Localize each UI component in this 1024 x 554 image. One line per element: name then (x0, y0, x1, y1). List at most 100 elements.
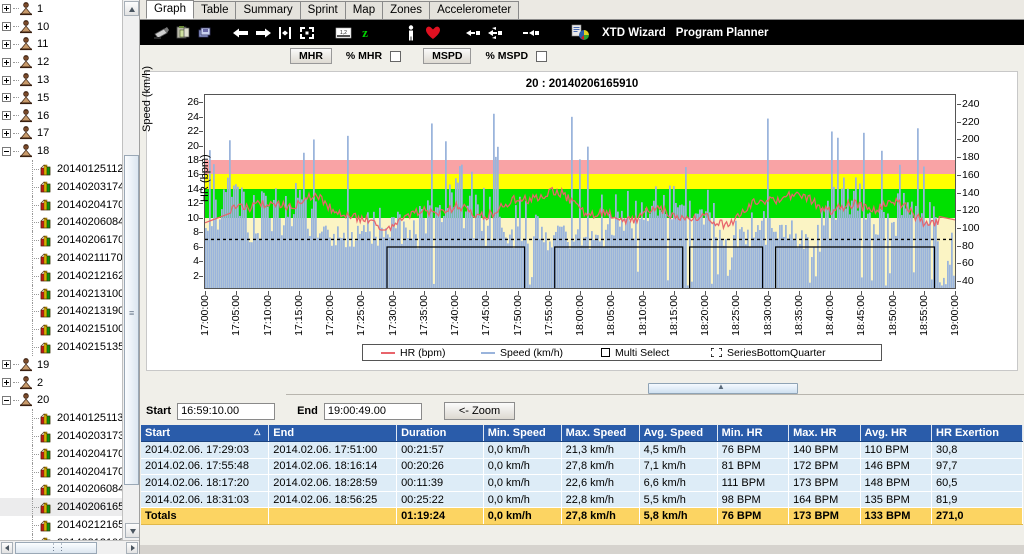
tree-session-201402061659[interactable]: 201402061659 (0, 498, 123, 517)
tree-session-201401251132[interactable]: 201401251132 (0, 409, 123, 428)
athlete-icon[interactable] (400, 22, 422, 44)
value-label-icon[interactable]: 1,2 (332, 22, 354, 44)
mhr-button[interactable]: MHR (290, 48, 332, 64)
expand-icon[interactable] (2, 57, 11, 67)
session-tree[interactable]: 1 10 11 12 13 15 16 17 18 201401251129 20140203174… (0, 0, 123, 540)
tree-session-201402041709[interactable]: 201402041709 (0, 462, 123, 481)
chart-wizard-icon[interactable] (570, 22, 592, 44)
tree-session-201402060845[interactable]: 201402060845 (0, 480, 123, 499)
expand-icon[interactable] (2, 4, 11, 14)
plot-area[interactable] (204, 94, 956, 289)
tree-scroll-down-button[interactable] (125, 523, 139, 538)
tree-session-201402131902[interactable]: 201402131902 (0, 302, 123, 321)
tree-session-201402121659[interactable]: 201402121659 (0, 516, 123, 535)
chart-vertical-splitter-handle[interactable] (648, 382, 798, 394)
table-header-start[interactable]: Start △ (141, 425, 270, 442)
tab-graph[interactable]: Graph (146, 0, 194, 19)
expand-icon[interactable] (2, 378, 11, 388)
tree-session-201402031743[interactable]: 201402031743 (0, 177, 123, 196)
copy-clipboard-icon[interactable] (172, 22, 194, 44)
table-header-min-speed[interactable]: Min. Speed (483, 425, 562, 442)
table-row[interactable]: 2014.02.06. 18:17:20 2014.02.06. 18:28:59… (141, 474, 1023, 492)
expand-icon[interactable] (2, 111, 11, 121)
tree-session-201402131006[interactable]: 201402131006 (0, 284, 123, 303)
table-row[interactable]: 2014.02.06. 17:29:03 2014.02.06. 17:51:00… (141, 441, 1023, 459)
tree-vertical-scrollbar[interactable] (122, 0, 139, 540)
program-planner-button[interactable]: Program Planner (676, 27, 769, 39)
tree-session-201402111703[interactable]: 201402111703 (0, 249, 123, 268)
tree-athlete-1[interactable]: 1 (0, 0, 123, 18)
pct-mspd-checkbox[interactable] (536, 50, 548, 62)
tree-session-201402031730[interactable]: 201402031730 (0, 427, 123, 446)
end-input[interactable] (323, 402, 422, 420)
expand-icon[interactable] (2, 22, 11, 32)
tree-athlete-13[interactable]: 13 (0, 71, 123, 89)
legend-item-multi-select[interactable]: Multi Select (601, 347, 669, 359)
tab-zones[interactable]: Zones (382, 1, 431, 19)
collapse-icon[interactable] (2, 146, 11, 156)
start-input[interactable] (177, 402, 276, 420)
expand-icon[interactable] (2, 128, 11, 138)
tree-scroll-up-button[interactable] (124, 1, 139, 16)
table-header-duration[interactable]: Duration (396, 425, 484, 442)
table-header-avg-hr[interactable]: Avg. HR (860, 425, 933, 442)
tree-session-201402151001[interactable]: 201402151001 (0, 320, 123, 339)
split-right-icon[interactable] (462, 22, 484, 44)
table-row[interactable]: 2014.02.06. 17:55:48 2014.02.06. 18:16:14… (141, 458, 1023, 476)
tab-table[interactable]: Table (192, 1, 237, 19)
xtd-wizard-button[interactable]: XTD Wizard (602, 27, 666, 39)
tree-athlete-17[interactable]: 17 (0, 125, 123, 143)
tree-session-201402060844[interactable]: 201402060844 (0, 213, 123, 232)
graph-panel[interactable]: 20 : 20140206165910 Speed (km/h) 2 4 6 8 10 1… (141, 66, 1018, 371)
fit-width-icon[interactable] (274, 22, 296, 44)
tree-athlete-11[interactable]: 11 (0, 36, 123, 54)
tree-athlete-19[interactable]: 19 (0, 356, 123, 374)
zoom-button[interactable]: <- Zoom (443, 402, 516, 420)
tab-sprint[interactable]: Sprint (299, 1, 346, 19)
table-header-max-speed[interactable]: Max. Speed (561, 425, 640, 442)
tree-session-201402041703[interactable]: 201402041703 (0, 195, 123, 214)
table-header-end[interactable]: End (268, 425, 398, 442)
collapse-icon[interactable] (2, 395, 11, 405)
expand-icon[interactable] (2, 39, 11, 49)
expand-icon[interactable] (2, 75, 11, 85)
tree-scroll-left-button[interactable] (1, 541, 13, 554)
expand-icon[interactable] (2, 360, 11, 370)
tree-athlete-2[interactable]: 2 (0, 374, 123, 392)
tab-summary[interactable]: Summary (235, 1, 301, 19)
multi-select-checkbox[interactable] (601, 348, 610, 357)
tree-athlete-12[interactable]: 12 (0, 53, 123, 71)
tree-session-201402061701[interactable]: 201402061701 (0, 231, 123, 250)
marker-right-icon[interactable] (520, 22, 542, 44)
tree-session-201402121628[interactable]: 201402121628 (0, 266, 123, 285)
mspd-button[interactable]: MSPD (423, 48, 472, 64)
tree-session-201402151358[interactable]: 201402151358 (0, 338, 123, 357)
zoom-z-icon[interactable]: z (354, 22, 376, 44)
table-header-avg-speed[interactable]: Avg. Speed (639, 425, 718, 442)
table-header-max-hr[interactable]: Max. HR (788, 425, 861, 442)
table-row[interactable]: 2014.02.06. 18:31:03 2014.02.06. 18:56:25… (141, 491, 1023, 509)
tree-athlete-16[interactable]: 16 (0, 107, 123, 125)
heart-icon[interactable] (422, 22, 444, 44)
fit-screen-icon[interactable] (296, 22, 318, 44)
expand-icon[interactable] (2, 93, 11, 103)
intervals-table[interactable]: Start △ End Duration Min. Speed Max. Speed Avg… (141, 425, 1023, 525)
tree-session-201402041703[interactable]: 201402041703 (0, 444, 123, 463)
printer-icon[interactable] (150, 22, 172, 44)
tree-athlete-15[interactable]: 15 (0, 89, 123, 107)
pct-mhr-checkbox[interactable] (390, 50, 402, 62)
tree-athlete-18[interactable]: 18 (0, 142, 123, 160)
arrow-left-icon[interactable] (230, 22, 252, 44)
tab-map[interactable]: Map (344, 1, 384, 19)
tree-horizontal-scroll-thumb[interactable] (15, 541, 97, 554)
table-header-min-hr[interactable]: Min. HR (717, 425, 790, 442)
tree-horizontal-scrollbar[interactable] (0, 540, 139, 554)
arrow-right-icon[interactable] (252, 22, 274, 44)
tree-athlete-10[interactable]: 10 (0, 18, 123, 36)
split-both-icon[interactable] (484, 22, 506, 44)
tree-athlete-20[interactable]: 20 (0, 392, 123, 410)
table-header-hr-exertion[interactable]: HR Exertion (931, 425, 1023, 442)
tree-session-201401251129[interactable]: 201401251129 (0, 160, 123, 179)
tree-vertical-scroll-thumb[interactable] (124, 155, 139, 485)
save-icon[interactable] (194, 22, 216, 44)
